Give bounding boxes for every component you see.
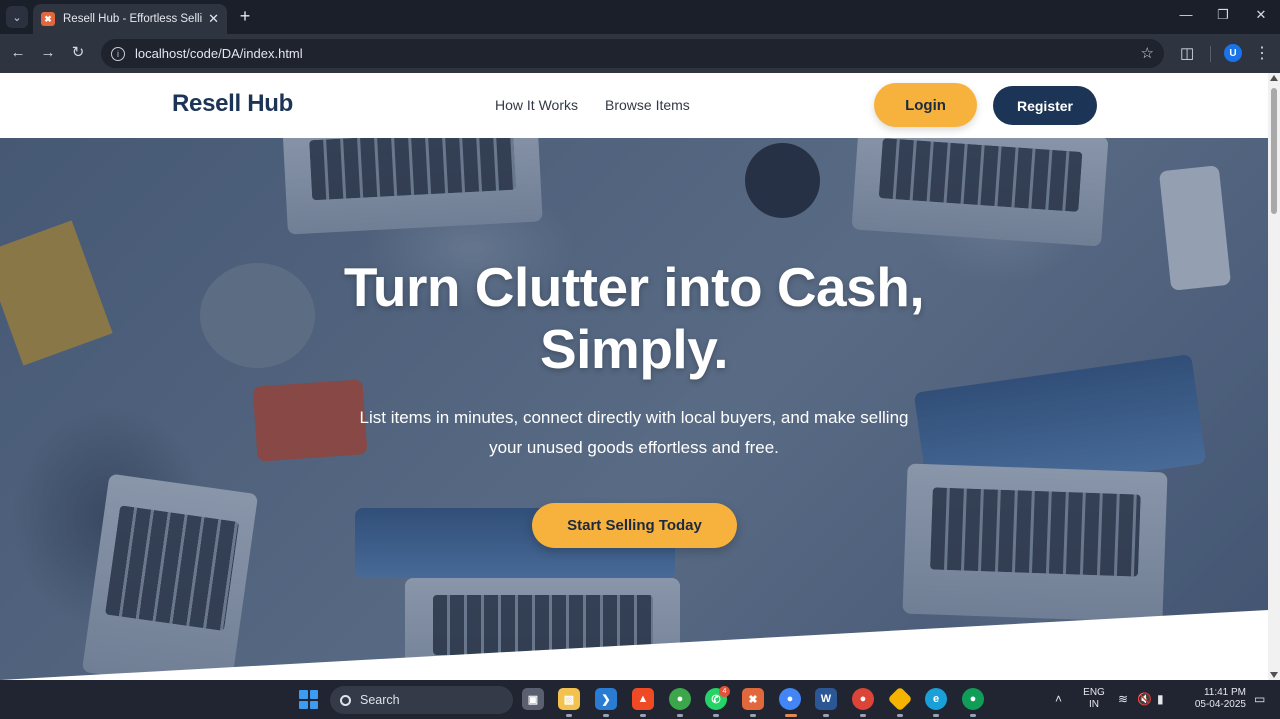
clock-date: 05-04-2025	[1194, 699, 1246, 710]
running-indicator	[750, 714, 756, 717]
running-indicator	[823, 714, 829, 717]
reload-icon[interactable]: ↻	[68, 43, 88, 63]
running-indicator	[713, 714, 719, 717]
hero-title-line1: Turn Clutter into Cash,	[343, 256, 925, 318]
xampp-icon[interactable]: ✖	[742, 688, 764, 710]
maximize-icon[interactable]: ❐	[1213, 7, 1233, 23]
browser-tabbar: ⌄ ✖ Resell Hub - Effortless Selling, D ✕…	[0, 0, 1280, 34]
site-info-icon[interactable]: i	[111, 46, 125, 61]
git-icon[interactable]	[887, 686, 913, 712]
word-icon[interactable]: W	[815, 688, 837, 710]
extensions-icon[interactable]: ◫	[1180, 44, 1194, 62]
bookmark-star-icon[interactable]: ☆	[1141, 44, 1154, 62]
windows-start-icon[interactable]	[299, 690, 318, 709]
url-text[interactable]: localhost/code/DA/index.html	[135, 46, 303, 61]
active-indicator	[785, 714, 797, 717]
scroll-down-icon[interactable]	[1270, 672, 1278, 678]
browser-menu-icon[interactable]: ⋮	[1254, 43, 1270, 63]
running-indicator	[860, 714, 866, 717]
back-icon[interactable]: ←	[8, 43, 28, 63]
taskbar-search-label: Search	[360, 693, 400, 707]
brave-icon[interactable]: ▲	[632, 688, 654, 710]
clock-time: 11:41 PM	[1203, 687, 1246, 698]
lang-bottom: IN	[1089, 699, 1099, 710]
hero-title-line2: Simply.	[539, 318, 729, 380]
tab-close-icon[interactable]: ✕	[208, 11, 219, 27]
tab-search-chevron-icon[interactable]: ⌄	[6, 6, 28, 28]
chrome-k-icon[interactable]: ●	[852, 688, 874, 710]
scroll-up-icon[interactable]	[1270, 75, 1278, 81]
nav-how-it-works[interactable]: How It Works	[495, 97, 578, 113]
minimize-icon[interactable]: —	[1176, 7, 1196, 22]
toolbar-divider	[1210, 46, 1211, 62]
running-indicator	[970, 714, 976, 717]
lang-top: ENG	[1083, 687, 1105, 698]
chrome-icon[interactable]: ●	[779, 688, 801, 710]
running-indicator	[933, 714, 939, 717]
xampp-icon: ✖	[41, 12, 55, 26]
address-bar[interactable]: i localhost/code/DA/index.html ☆	[101, 39, 1164, 68]
battery-icon[interactable]: ▮	[1157, 692, 1164, 706]
site-logo[interactable]: Resell Hub	[172, 90, 293, 118]
window-close-icon[interactable]: ✕	[1251, 7, 1271, 23]
task-view-icon[interactable]: ▣	[522, 688, 544, 710]
new-tab-icon[interactable]: +	[236, 7, 254, 25]
start-selling-button[interactable]: Start Selling Today	[532, 503, 737, 548]
running-indicator	[603, 714, 609, 717]
login-button[interactable]: Login	[874, 83, 977, 127]
chrome-alt-icon[interactable]: ●	[962, 688, 984, 710]
hero-section: Turn Clutter into Cash, Simply. List ite…	[0, 138, 1268, 680]
windows-taskbar: Search ▣ ▧ ❯ ▲ ● ✆ 4 ✖ ● W ● e ● ˄ ENG I…	[0, 680, 1280, 719]
tray-overflow-chevron-icon[interactable]: ˄	[1055, 692, 1062, 706]
vscode-icon[interactable]: ❯	[595, 688, 617, 710]
running-indicator	[677, 714, 683, 717]
scrollbar-thumb[interactable]	[1271, 88, 1277, 214]
language-indicator[interactable]: ENG IN	[1082, 687, 1106, 711]
search-icon	[340, 694, 351, 706]
running-indicator	[640, 714, 646, 717]
volume-muted-icon[interactable]: 🔇	[1137, 692, 1152, 706]
tab-title: Resell Hub - Effortless Selling, D	[63, 13, 203, 25]
browser-toolbar: ← → ↻ i localhost/code/DA/index.html ☆ ◫…	[0, 34, 1280, 73]
file-explorer-icon[interactable]: ▧	[558, 688, 580, 710]
forward-icon[interactable]: →	[38, 43, 58, 63]
whatsapp-badge: 4	[719, 686, 730, 697]
clock[interactable]: 11:41 PM 05-04-2025	[1182, 687, 1246, 711]
running-indicator	[566, 714, 572, 717]
page-viewport: Resell Hub How It Works Browse Items Log…	[0, 73, 1268, 680]
edge-icon[interactable]: e	[925, 688, 947, 710]
nav-browse-items[interactable]: Browse Items	[605, 97, 690, 113]
profile-avatar[interactable]: U	[1224, 44, 1242, 62]
notification-icon[interactable]: ▭	[1254, 692, 1265, 706]
taskbar-search[interactable]: Search	[330, 686, 513, 714]
page-scrollbar[interactable]	[1268, 73, 1280, 680]
wifi-icon[interactable]: ≋	[1118, 692, 1128, 706]
register-button[interactable]: Register	[993, 86, 1097, 125]
hero-subtitle: List items in minutes, connect directly …	[334, 403, 934, 463]
site-header: Resell Hub How It Works Browse Items Log…	[0, 73, 1268, 138]
browser-tab-active[interactable]: ✖ Resell Hub - Effortless Selling, D ✕	[33, 4, 227, 34]
hero-subtitle-line1: List items in minutes, connect directly …	[359, 408, 909, 427]
hero-title: Turn Clutter into Cash, Simply.	[234, 256, 1034, 380]
chrome-profile-icon[interactable]: ●	[669, 688, 691, 710]
hero-subtitle-line2: your unused goods effortless and free.	[489, 438, 779, 457]
running-indicator	[897, 714, 903, 717]
